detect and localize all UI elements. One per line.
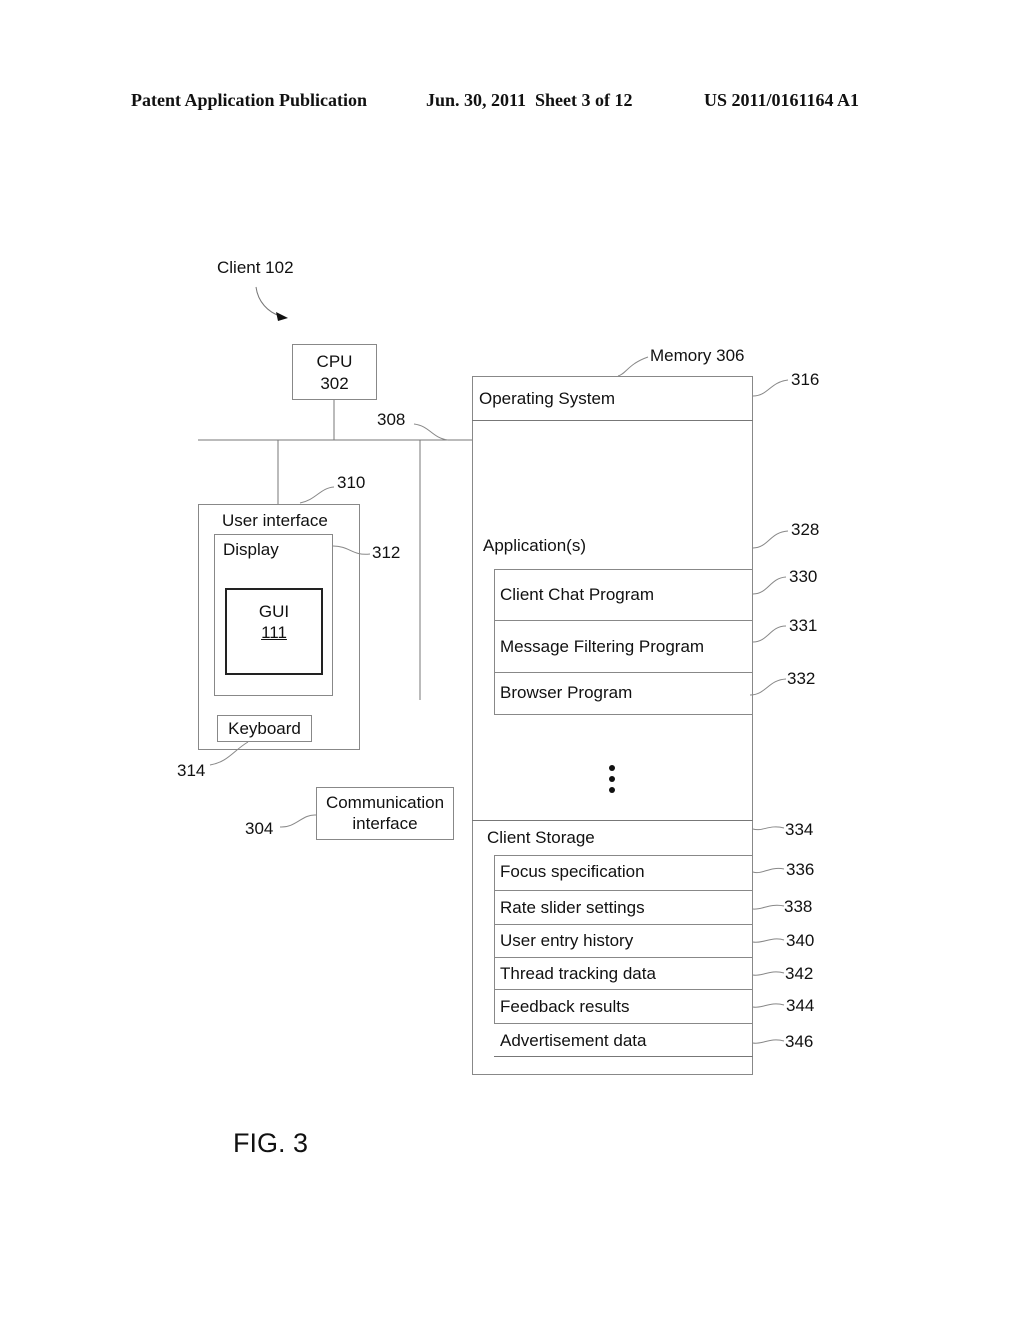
program-label: Message Filtering Program bbox=[500, 637, 705, 656]
storage-item-ref: 340 bbox=[786, 931, 815, 950]
program-ref: 330 bbox=[789, 567, 818, 586]
leader-346 bbox=[752, 1039, 785, 1044]
os-divider bbox=[472, 420, 753, 421]
leader-310 bbox=[299, 486, 335, 504]
program-ref: 331 bbox=[789, 616, 818, 635]
display-label: Display bbox=[223, 540, 279, 559]
storage-item-ref: 344 bbox=[786, 996, 815, 1015]
storage-item-label: Advertisement data bbox=[500, 1031, 647, 1050]
display-ref: 312 bbox=[372, 543, 401, 562]
leader-342 bbox=[752, 971, 785, 976]
leader-306 bbox=[617, 356, 649, 377]
leader-344 bbox=[752, 1003, 785, 1008]
leader-331 bbox=[752, 625, 787, 643]
advertisement-underline bbox=[494, 1056, 753, 1057]
leader-328 bbox=[752, 530, 789, 549]
program-ref: 332 bbox=[787, 669, 816, 688]
storage-item-ref: 338 bbox=[784, 897, 813, 916]
leader-334 bbox=[752, 826, 785, 831]
leader-304 bbox=[279, 814, 317, 828]
communication-interface-box: Communication interface bbox=[316, 787, 454, 840]
program-label: Browser Program bbox=[500, 683, 633, 702]
gui-ref: 111 bbox=[261, 623, 287, 642]
client-label: Client 102 bbox=[217, 258, 294, 277]
operating-system-label: Operating System bbox=[479, 389, 616, 408]
leader-330 bbox=[752, 576, 787, 595]
bus-ref: 308 bbox=[377, 410, 406, 429]
user-interface-ref: 310 bbox=[337, 473, 366, 492]
figure-label: FIG. 3 bbox=[233, 1128, 309, 1158]
user-interface-label: User interface bbox=[222, 511, 328, 530]
client-storage-ref: 334 bbox=[785, 820, 814, 839]
communication-interface-label: Communication bbox=[325, 793, 445, 812]
operating-system-ref: 316 bbox=[791, 370, 820, 389]
gui-label: GUI bbox=[258, 602, 290, 621]
leader-338 bbox=[752, 904, 785, 910]
client-storage-label: Client Storage bbox=[487, 828, 595, 847]
storage-item-label: Feedback results bbox=[500, 997, 630, 1016]
storage-item-ref: 342 bbox=[785, 964, 814, 983]
cpu-box: CPU 302 bbox=[292, 344, 377, 400]
leader-340 bbox=[752, 938, 785, 943]
memory-label: Memory 306 bbox=[650, 346, 745, 365]
storage-divider bbox=[472, 820, 753, 821]
leader-308 bbox=[413, 423, 449, 441]
applications-label: Application(s) bbox=[483, 536, 586, 555]
applications-ref: 328 bbox=[791, 520, 820, 539]
storage-item-label: Rate slider settings bbox=[500, 898, 645, 917]
client-arrow-icon bbox=[255, 286, 281, 317]
gui-box: GUI 111 bbox=[225, 588, 323, 675]
cpu-label: CPU bbox=[316, 352, 353, 371]
leader-336 bbox=[752, 867, 785, 874]
keyboard-ref: 314 bbox=[177, 761, 206, 780]
communication-interface-ref: 304 bbox=[245, 819, 274, 838]
storage-item-ref: 336 bbox=[786, 860, 815, 879]
keyboard-box: Keyboard bbox=[217, 715, 312, 742]
cpu-ref: 302 bbox=[320, 374, 349, 393]
leader-316 bbox=[752, 379, 789, 397]
client-arrowhead-icon bbox=[276, 312, 288, 321]
storage-item-label: Focus specification bbox=[500, 862, 645, 881]
program-label: Client Chat Program bbox=[500, 585, 655, 604]
storage-item-ref: 346 bbox=[785, 1032, 814, 1051]
communication-interface-label-2: interface bbox=[352, 814, 418, 833]
leader-332 bbox=[749, 678, 787, 696]
storage-item-label: User entry history bbox=[500, 931, 634, 950]
storage-item-label: Thread tracking data bbox=[500, 964, 656, 983]
